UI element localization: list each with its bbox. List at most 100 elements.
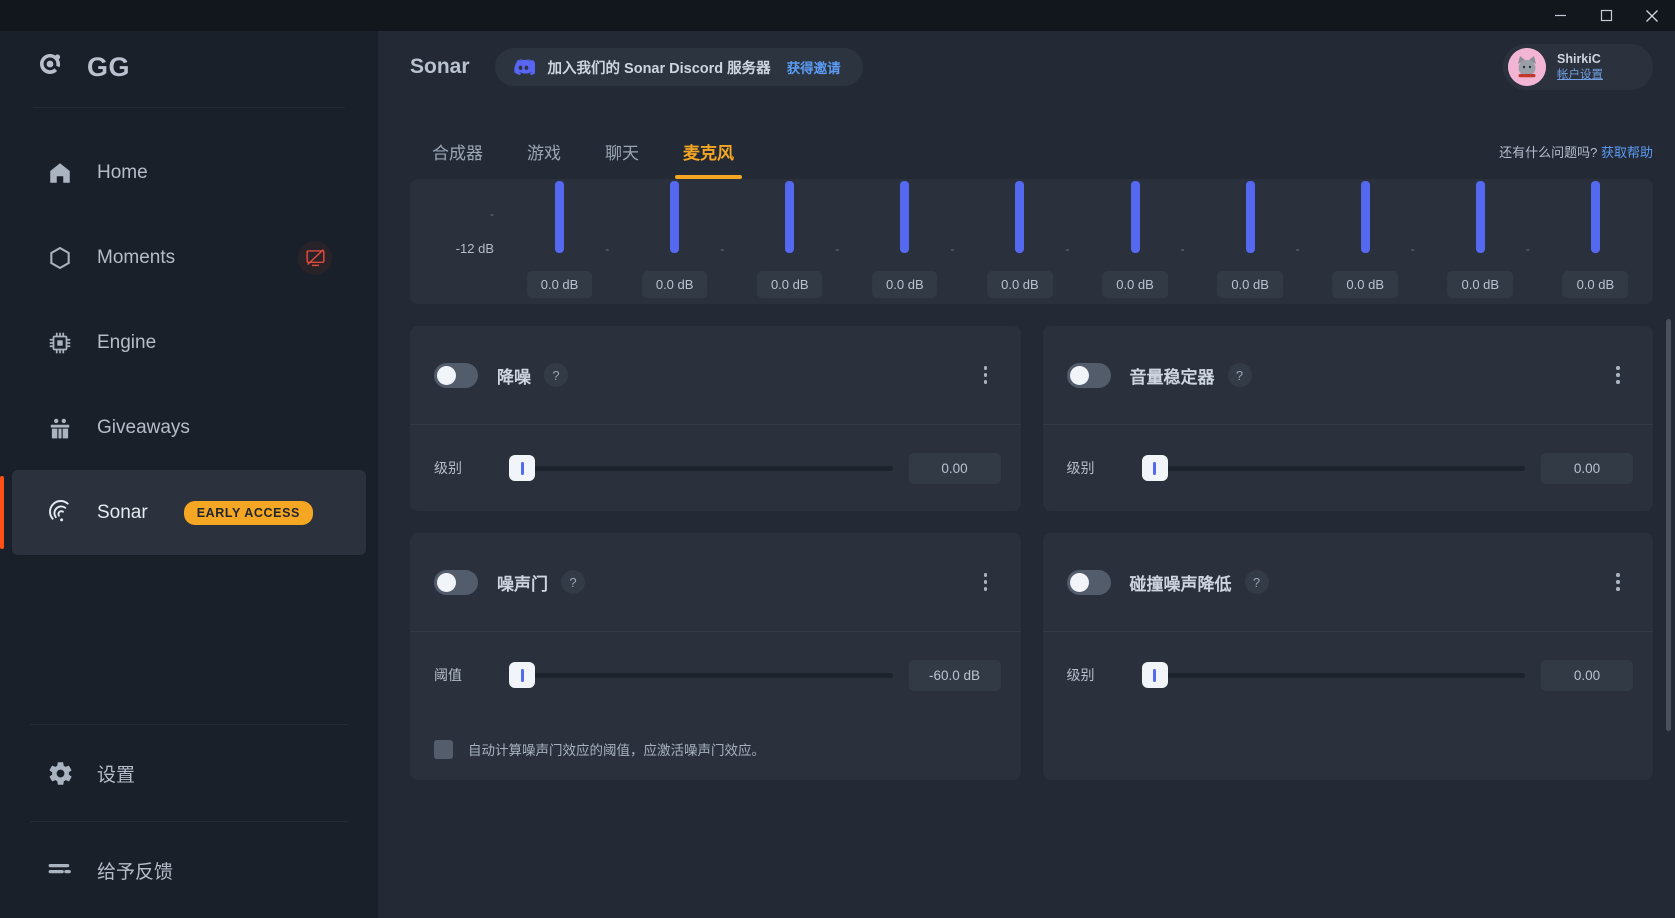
- tab-game[interactable]: 游戏: [505, 139, 583, 179]
- noise-gate-toggle[interactable]: [434, 569, 478, 595]
- auto-threshold-checkbox[interactable]: [434, 739, 453, 759]
- get-help-link[interactable]: 获取帮助: [1601, 145, 1653, 160]
- equalizer-bar[interactable]: [1360, 181, 1370, 253]
- equalizer-band[interactable]: - 0.0 dB: [1296, 179, 1423, 304]
- question-mark-icon[interactable]: ?: [1244, 570, 1269, 594]
- equalizer-band-value[interactable]: 0.0 dB: [756, 271, 823, 298]
- equalizer-band[interactable]: - 0.0 dB: [1065, 179, 1192, 304]
- equalizer-bar[interactable]: [670, 181, 680, 253]
- card-title: 噪声门: [497, 574, 548, 594]
- equalizer-bar[interactable]: [1590, 181, 1600, 253]
- scrollbar-thumb[interactable]: [1666, 319, 1671, 732]
- slider-label: 阈值: [434, 667, 462, 683]
- main-content: Sonar 加入我们的 Sonar Discord 服务器 获得邀请 Shirk…: [378, 31, 1675, 918]
- effect-card-noise-gate: 噪声门 ? 阈值 -60.0 dB 自动计算噪声门效应的阈值，应激活噪声门效应。: [410, 533, 1021, 780]
- slider-handle[interactable]: [509, 455, 535, 481]
- equalizer-band-value[interactable]: 0.0 dB: [526, 271, 593, 298]
- noise-reduction-toggle[interactable]: [434, 362, 478, 388]
- sidebar-item-label: Home: [97, 161, 148, 183]
- equalizer-band[interactable]: - 0.0 dB: [1411, 179, 1538, 304]
- tab-chat[interactable]: 聊天: [583, 139, 661, 179]
- tab-mixer[interactable]: 合成器: [410, 139, 505, 179]
- equalizer-band-value[interactable]: 0.0 dB: [1447, 271, 1514, 298]
- equalizer-band[interactable]: - 0.0 dB: [835, 179, 962, 304]
- equalizer-band-value[interactable]: 0.0 dB: [1562, 271, 1629, 298]
- equalizer-band-value[interactable]: 0.0 dB: [641, 271, 708, 298]
- slider-handle[interactable]: [1141, 455, 1168, 481]
- equalizer-band[interactable]: - 0.0 dB: [605, 179, 732, 304]
- kebab-menu-icon[interactable]: [971, 360, 1001, 390]
- tab-microphone[interactable]: 麦克风: [661, 139, 756, 179]
- tick-mark: -: [1410, 242, 1415, 256]
- slider-value[interactable]: 0.00: [1541, 452, 1633, 484]
- sidebar-item-settings[interactable]: 设置: [12, 725, 366, 821]
- auto-threshold-row: 自动计算噪声门效应的阈值，应激活噪声门效应。: [410, 718, 1021, 780]
- vertical-scrollbar[interactable]: [1666, 223, 1671, 910]
- equalizer-band-value[interactable]: 0.0 dB: [987, 271, 1053, 298]
- sidebar-item-giveaways[interactable]: Giveaways: [12, 385, 366, 470]
- slider-handle[interactable]: [1141, 662, 1168, 688]
- screen-record-off-icon[interactable]: [298, 240, 332, 275]
- equalizer-bar[interactable]: [1015, 181, 1025, 253]
- slider-value[interactable]: -60.0 dB: [908, 659, 1001, 691]
- equalizer-band-value[interactable]: 0.0 dB: [1217, 271, 1283, 298]
- slider-value[interactable]: 0.00: [908, 452, 1001, 484]
- equalizer-band[interactable]: - 0.0 dB: [950, 179, 1077, 304]
- kebab-menu-icon[interactable]: [1603, 567, 1633, 597]
- level-slider[interactable]: [509, 455, 893, 481]
- equalizer-band[interactable]: - 0.0 dB: [1526, 179, 1653, 304]
- slider-track: [525, 672, 893, 678]
- discord-invite-link[interactable]: 获得邀请: [787, 57, 841, 77]
- sidebar-item-moments[interactable]: Moments: [12, 215, 366, 300]
- slider-value[interactable]: 0.00: [1541, 659, 1633, 691]
- equalizer-bar[interactable]: [1130, 181, 1140, 253]
- effect-cards-grid: 降噪 ? 级别 0.00 音量稳定器 ? 级别 0.00 噪声门 ? 阈值 -6…: [410, 326, 1653, 780]
- level-slider[interactable]: [1141, 662, 1525, 688]
- equalizer-bar[interactable]: [900, 181, 910, 253]
- tick-mark: -: [490, 242, 494, 256]
- sidebar-bottom-nav: 设置 给予反馈: [0, 724, 378, 918]
- level-slider[interactable]: [1141, 455, 1525, 481]
- card-header: 音量稳定器 ?: [1043, 326, 1654, 424]
- close-button[interactable]: [1629, 0, 1675, 31]
- equalizer-bar[interactable]: [1475, 181, 1485, 253]
- question-mark-icon[interactable]: ?: [544, 363, 568, 387]
- equalizer-band-value[interactable]: 0.0 dB: [1332, 271, 1398, 298]
- tick-mark: -: [720, 242, 725, 256]
- kebab-menu-icon[interactable]: [1603, 360, 1633, 390]
- sidebar-item-engine[interactable]: Engine: [12, 300, 366, 385]
- help-question-text: 还有什么问题吗?: [1499, 145, 1598, 160]
- card-slider-row: 阈值 -60.0 dB: [410, 632, 1021, 718]
- sidebar-item-sonar[interactable]: Sonar EARLY ACCESS: [0, 470, 366, 555]
- account-settings-link[interactable]: 帐户设置: [1557, 68, 1603, 82]
- profile-text: ShirkiC 帐户设置: [1557, 52, 1603, 82]
- equalizer-band[interactable]: - 0.0 dB: [720, 179, 847, 304]
- equalizer-bar[interactable]: [1245, 181, 1255, 253]
- minimize-button[interactable]: [1537, 0, 1583, 31]
- sidebar-item-home[interactable]: Home: [12, 130, 366, 215]
- steelseries-logo-icon: [33, 50, 67, 84]
- equalizer-bar[interactable]: [555, 181, 565, 253]
- card-title: 音量稳定器: [1129, 367, 1215, 387]
- user-profile[interactable]: ShirkiC 帐户设置: [1503, 44, 1653, 90]
- discord-banner-text: 加入我们的 Sonar Discord 服务器: [547, 60, 771, 77]
- slider-track: [1157, 465, 1525, 471]
- equalizer-band-value[interactable]: 0.0 dB: [872, 271, 938, 298]
- sidebar-item-feedback[interactable]: 给予反馈: [12, 822, 366, 918]
- equalizer-band[interactable]: - - 0.0 dB: [490, 179, 617, 304]
- volume-stabilizer-toggle[interactable]: [1066, 362, 1111, 388]
- question-mark-icon[interactable]: ?: [561, 570, 585, 594]
- impact-noise-toggle[interactable]: [1066, 569, 1111, 595]
- equalizer-band[interactable]: - 0.0 dB: [1181, 179, 1308, 304]
- equalizer-band-value[interactable]: 0.0 dB: [1102, 271, 1168, 298]
- gear-icon: [45, 758, 75, 788]
- discord-invite-banner[interactable]: 加入我们的 Sonar Discord 服务器 获得邀请: [494, 48, 863, 86]
- maximize-button[interactable]: [1583, 0, 1629, 31]
- hexagon-icon: [45, 243, 75, 273]
- question-mark-icon[interactable]: ?: [1227, 363, 1252, 387]
- threshold-slider[interactable]: [509, 662, 893, 688]
- slider-handle[interactable]: [509, 662, 535, 688]
- brand-text: GG: [87, 51, 131, 82]
- kebab-menu-icon[interactable]: [971, 567, 1001, 597]
- equalizer-bar[interactable]: [785, 181, 795, 253]
